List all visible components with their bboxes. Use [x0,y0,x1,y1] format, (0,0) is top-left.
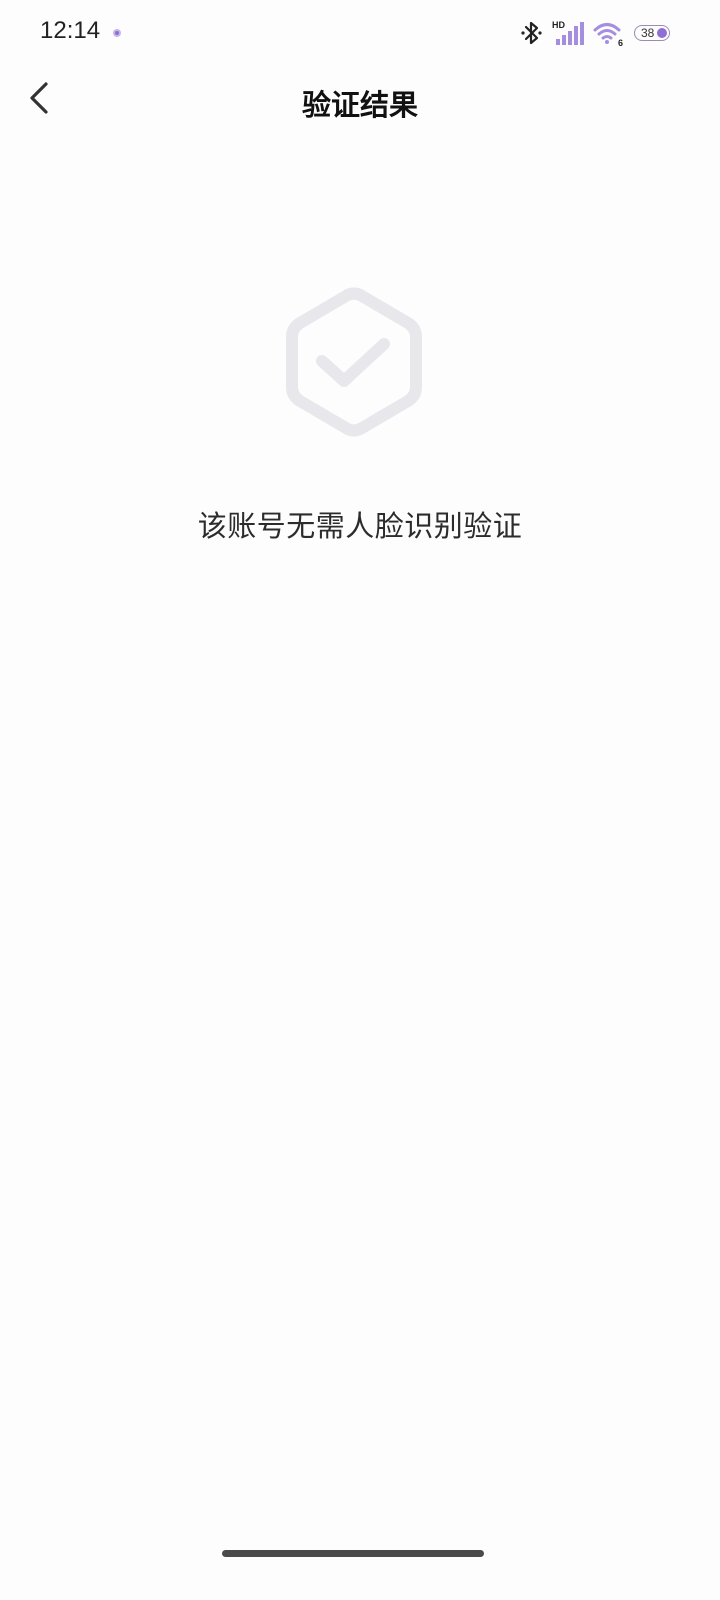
notification-icon [113,29,121,37]
wifi-icon: 6 [593,23,623,47]
home-indicator[interactable] [222,1550,484,1557]
battery-level [657,28,667,38]
status-icons: HD 6 38 [520,18,670,48]
shield-check-icon [286,287,422,437]
header: 验证结果 [0,66,720,132]
battery-percent: 38 [641,25,655,40]
status-time: 12:14 [40,17,101,44]
result-message: 该账号无需人脸识别验证 [197,509,523,543]
status-bar: 12:14 HD 6 38 [0,0,720,66]
wifi-badge: 6 [618,38,623,47]
network-badge: HD [552,20,565,30]
bluetooth-icon [521,21,542,45]
page-title: 验证结果 [301,88,418,122]
battery-icon: 38 [634,25,670,41]
cellular-signal-icon: HD [552,20,584,45]
